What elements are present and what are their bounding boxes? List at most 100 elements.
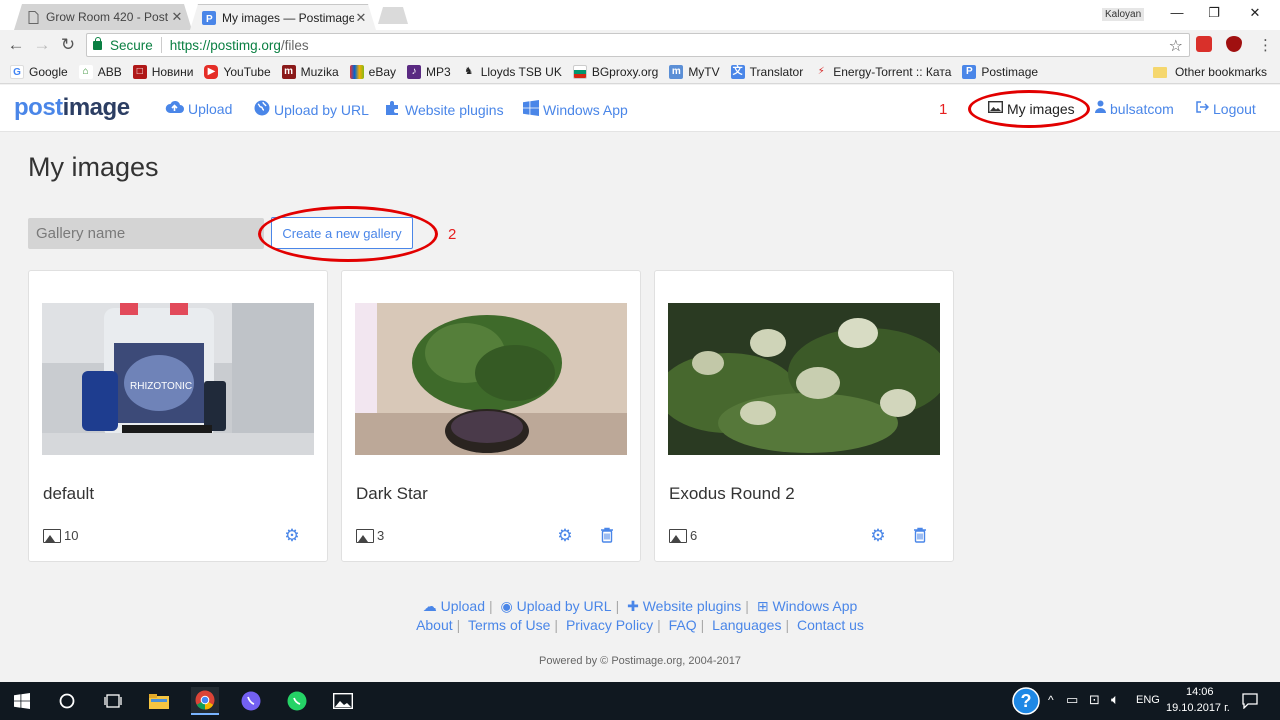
windows-icon: ⊞ xyxy=(756,598,769,614)
tray-chevron-icon[interactable]: ^ xyxy=(1048,693,1054,707)
footer-windows-app[interactable]: ⊞ Windows App xyxy=(757,598,857,614)
footer-contact[interactable]: Contact us xyxy=(797,617,864,633)
home-icon: ⌂ xyxy=(78,64,93,79)
footer-about[interactable]: About xyxy=(416,617,453,633)
language-indicator[interactable]: ENG xyxy=(1136,694,1160,706)
tab-grow-room[interactable]: Grow Room 420 - Post a ✕ xyxy=(14,4,192,30)
bookmark-energy-torrent[interactable]: ⚡ Energy-Torrent :: Ката xyxy=(814,65,952,79)
restore-icon[interactable]: ❐ xyxy=(1204,5,1224,23)
postimage-icon: P xyxy=(962,64,977,79)
secure-label: Secure xyxy=(110,37,153,53)
chrome-icon[interactable] xyxy=(191,687,219,715)
close-tab-icon[interactable]: ✕ xyxy=(354,10,368,26)
nav-website-plugins[interactable]: Website plugins xyxy=(385,100,504,120)
gear-icon[interactable]: ⚙ xyxy=(283,527,301,545)
tab-title: My images — Postimage xyxy=(222,10,354,25)
notifications-icon[interactable] xyxy=(1236,687,1264,715)
minimize-icon[interactable]: — xyxy=(1167,5,1187,23)
footer-upload-by-url[interactable]: ◉ Upload by URL xyxy=(501,598,612,614)
bookmark-ebay[interactable]: eBay xyxy=(349,64,396,79)
gear-icon[interactable]: ⚙ xyxy=(869,527,887,545)
gallery-card-exodus-round-2[interactable]: Exodus Round 2 6 ⚙ xyxy=(654,270,954,562)
photos-icon[interactable] xyxy=(329,687,357,715)
bookmark-star-icon[interactable]: ☆ xyxy=(1169,36,1183,56)
gallery-card-default[interactable]: RHIZOTONIC default 10 ⚙ xyxy=(28,270,328,562)
bookmark-postimage[interactable]: P Postimage xyxy=(962,64,1038,79)
gallery-card-dark-star[interactable]: Dark Star 3 ⚙ xyxy=(341,270,641,562)
gallery-thumbnail[interactable] xyxy=(668,303,940,455)
menu-icon[interactable]: ⋮ xyxy=(1258,36,1273,54)
bookmark-bgproxy[interactable]: BGproxy.org xyxy=(572,64,658,79)
back-icon[interactable]: ← xyxy=(6,35,26,55)
bookmark-novini[interactable]: □ Новини xyxy=(132,64,193,79)
profile-name[interactable]: Kaloyan xyxy=(1102,8,1145,21)
gallery-thumbnail[interactable]: RHIZOTONIC xyxy=(42,303,314,455)
bookmark-abb[interactable]: ⌂ ABB xyxy=(78,64,122,79)
whatsapp-icon[interactable] xyxy=(283,687,311,715)
svg-text:P: P xyxy=(206,14,213,25)
annotation-number-1: 1 xyxy=(939,101,948,118)
bookmark-mp3[interactable]: ♪ MP3 xyxy=(407,64,451,79)
bookmark-youtube[interactable]: ▶ YouTube xyxy=(204,64,271,79)
forward-icon[interactable]: → xyxy=(32,35,52,55)
help-icon[interactable]: ? xyxy=(1012,687,1040,715)
browser-tab-strip: Grow Room 420 - Post a ✕ P My images — P… xyxy=(0,0,1280,30)
reload-icon[interactable]: ↻ xyxy=(58,35,78,55)
postimage-logo[interactable]: postimage xyxy=(14,94,130,122)
volume-icon[interactable]: 🔈︎ xyxy=(1111,691,1119,708)
muzika-icon: m xyxy=(281,64,296,79)
footer-terms[interactable]: Terms of Use xyxy=(468,617,550,633)
close-tab-icon[interactable]: ✕ xyxy=(170,9,184,25)
svg-text:RHIZOTONIC: RHIZOTONIC xyxy=(130,381,192,392)
footer-faq[interactable]: FAQ xyxy=(669,617,697,633)
gallery-name-input[interactable] xyxy=(28,218,264,249)
gallery-name[interactable]: Exodus Round 2 xyxy=(669,484,795,504)
trash-icon[interactable] xyxy=(913,527,931,545)
other-bookmarks[interactable]: Other bookmarks xyxy=(1152,65,1267,79)
file-explorer-icon[interactable] xyxy=(145,687,173,715)
bookmark-translator[interactable]: 文 Translator xyxy=(730,64,803,79)
nav-logout[interactable]: Logout xyxy=(1196,100,1256,117)
start-button[interactable] xyxy=(8,687,36,715)
footer-website-plugins[interactable]: ✚ Website plugins xyxy=(627,598,741,614)
footer-languages[interactable]: Languages xyxy=(712,617,781,633)
gallery-thumbnail[interactable] xyxy=(355,303,627,455)
nav-windows-app[interactable]: Windows App xyxy=(523,100,628,120)
nav-upload-by-url[interactable]: Upload by URL xyxy=(254,100,369,120)
globe-icon: ◉ xyxy=(500,598,513,614)
tab-my-images[interactable]: P My images — Postimage ✕ xyxy=(190,4,376,30)
footer-upload[interactable]: ☁ Upload xyxy=(423,598,485,614)
viber-icon[interactable] xyxy=(237,687,265,715)
search-button[interactable] xyxy=(53,687,81,715)
gear-icon[interactable]: ⚙ xyxy=(556,527,574,545)
close-window-icon[interactable]: ✕ xyxy=(1245,5,1265,23)
trash-icon[interactable] xyxy=(600,527,618,545)
task-view-button[interactable] xyxy=(99,687,127,715)
bookmark-muzika[interactable]: m Muzika xyxy=(281,64,339,79)
gallery-name[interactable]: Dark Star xyxy=(356,484,428,504)
image-icon xyxy=(43,528,61,543)
cloud-upload-icon xyxy=(165,100,184,118)
url-host: https://postimg.org xyxy=(169,37,281,53)
extension-icon[interactable] xyxy=(1196,36,1212,52)
puzzle-icon xyxy=(385,100,401,120)
divider xyxy=(160,37,162,53)
image-icon xyxy=(356,528,374,543)
new-tab-button[interactable] xyxy=(378,7,408,24)
battery-icon[interactable]: ▭ xyxy=(1066,692,1078,708)
mp3-icon: ♪ xyxy=(407,64,421,79)
bookmarks-bar: G Google ⌂ ABB □ Новини ▶ YouTube m Muzika eB… xyxy=(0,60,1280,84)
secure-indicator[interactable]: Secure xyxy=(93,36,153,53)
bookmark-lloyds[interactable]: ♞ Lloyds TSB UK xyxy=(462,65,562,79)
bookmark-google[interactable]: G Google xyxy=(10,64,68,79)
clock-time[interactable]: 14:06 xyxy=(1186,686,1214,698)
footer-privacy[interactable]: Privacy Policy xyxy=(566,617,653,633)
nav-upload[interactable]: Upload xyxy=(165,100,232,118)
bookmark-mytv[interactable]: m MyTV xyxy=(669,64,720,79)
network-icon[interactable]: ⊡ xyxy=(1089,692,1100,708)
address-bar[interactable]: Secure https://postimg.org/files ☆ xyxy=(86,33,1190,57)
gallery-name[interactable]: default xyxy=(43,484,94,504)
nav-user-profile[interactable]: bulsatcom xyxy=(1095,100,1174,117)
clock-date[interactable]: 19.10.2017 г. xyxy=(1166,702,1230,714)
cloud-upload-icon: ☁ xyxy=(422,598,437,614)
